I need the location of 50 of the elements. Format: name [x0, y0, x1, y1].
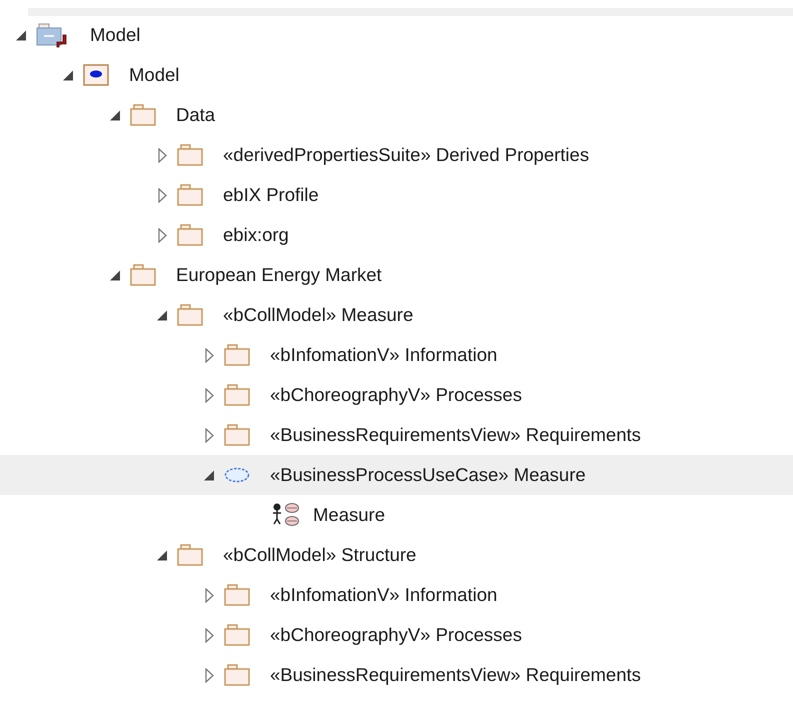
tree-item-label[interactable]: «derivedPropertiesSuite» Derived Properties — [223, 142, 590, 168]
folder-icon — [177, 544, 203, 566]
folder-icon — [177, 304, 203, 326]
tree-item-label[interactable]: Model — [90, 22, 140, 48]
expand-arrow-icon[interactable] — [204, 428, 214, 442]
expand-arrow-icon[interactable] — [158, 188, 166, 202]
selected-row[interactable]: «BusinessProcessUseCase» Measure — [0, 455, 793, 495]
tree-item-label[interactable]: ebIX Profile — [223, 182, 319, 208]
folder-icon — [224, 424, 250, 446]
folder-icon — [224, 624, 250, 646]
collapse-arrow-icon[interactable] — [62, 70, 74, 80]
collapse-arrow-icon[interactable] — [16, 30, 26, 40]
expand-arrow-icon[interactable] — [204, 588, 214, 602]
collapse-arrow-icon[interactable] — [110, 110, 120, 120]
tree-item-label[interactable]: «bInfomationV» Information — [270, 342, 498, 368]
folder-icon — [130, 264, 156, 286]
tree-item-label[interactable]: «bChoreographyV» Processes — [270, 622, 522, 648]
folder-icon — [177, 184, 203, 206]
tree-item-label[interactable]: Data — [176, 102, 216, 128]
actor-use-case-icon — [271, 502, 301, 528]
folder-icon — [224, 664, 250, 686]
tree-item-label[interactable]: Model — [129, 62, 180, 88]
expand-arrow-icon[interactable] — [158, 148, 166, 162]
collapse-arrow-icon[interactable] — [156, 550, 168, 560]
tree-item-label[interactable]: «BusinessRequirementsView» Requirements — [270, 662, 641, 688]
collapse-arrow-icon[interactable] — [156, 310, 168, 320]
use-case-icon — [224, 467, 250, 483]
tree-item-label[interactable]: «bInfomationV» Information — [270, 582, 498, 608]
expand-arrow-icon[interactable] — [204, 628, 214, 642]
folder-icon — [224, 344, 250, 366]
folder-icon — [177, 224, 203, 246]
expand-arrow-icon[interactable] — [158, 228, 166, 242]
package-diagram-icon — [83, 64, 109, 86]
expand-arrow-icon[interactable] — [204, 668, 214, 682]
tree-item-label[interactable]: «bCollModel» Measure — [223, 302, 414, 328]
tree-item-label[interactable]: «BusinessRequirementsView» Requirements — [270, 422, 641, 448]
expand-arrow-icon[interactable] — [204, 348, 214, 362]
folder-icon — [130, 104, 156, 126]
tree-item-label[interactable]: «bCollModel» Structure — [223, 542, 416, 568]
expand-arrow-icon[interactable] — [204, 388, 214, 402]
tree-item-label[interactable]: Measure — [313, 502, 385, 528]
tree-item-label[interactable]: ebix:org — [223, 222, 289, 248]
tree-item-label[interactable]: European Energy Market — [176, 262, 382, 288]
tree-item-label[interactable]: «BusinessProcessUseCase» Measure — [270, 462, 586, 488]
tree-item-label[interactable]: «bChoreographyV» Processes — [270, 382, 522, 408]
collapse-arrow-icon[interactable] — [204, 470, 214, 480]
folder-icon — [177, 144, 203, 166]
folder-icon — [224, 584, 250, 606]
folder-icon — [224, 384, 250, 406]
collapse-arrow-icon[interactable] — [110, 270, 120, 280]
